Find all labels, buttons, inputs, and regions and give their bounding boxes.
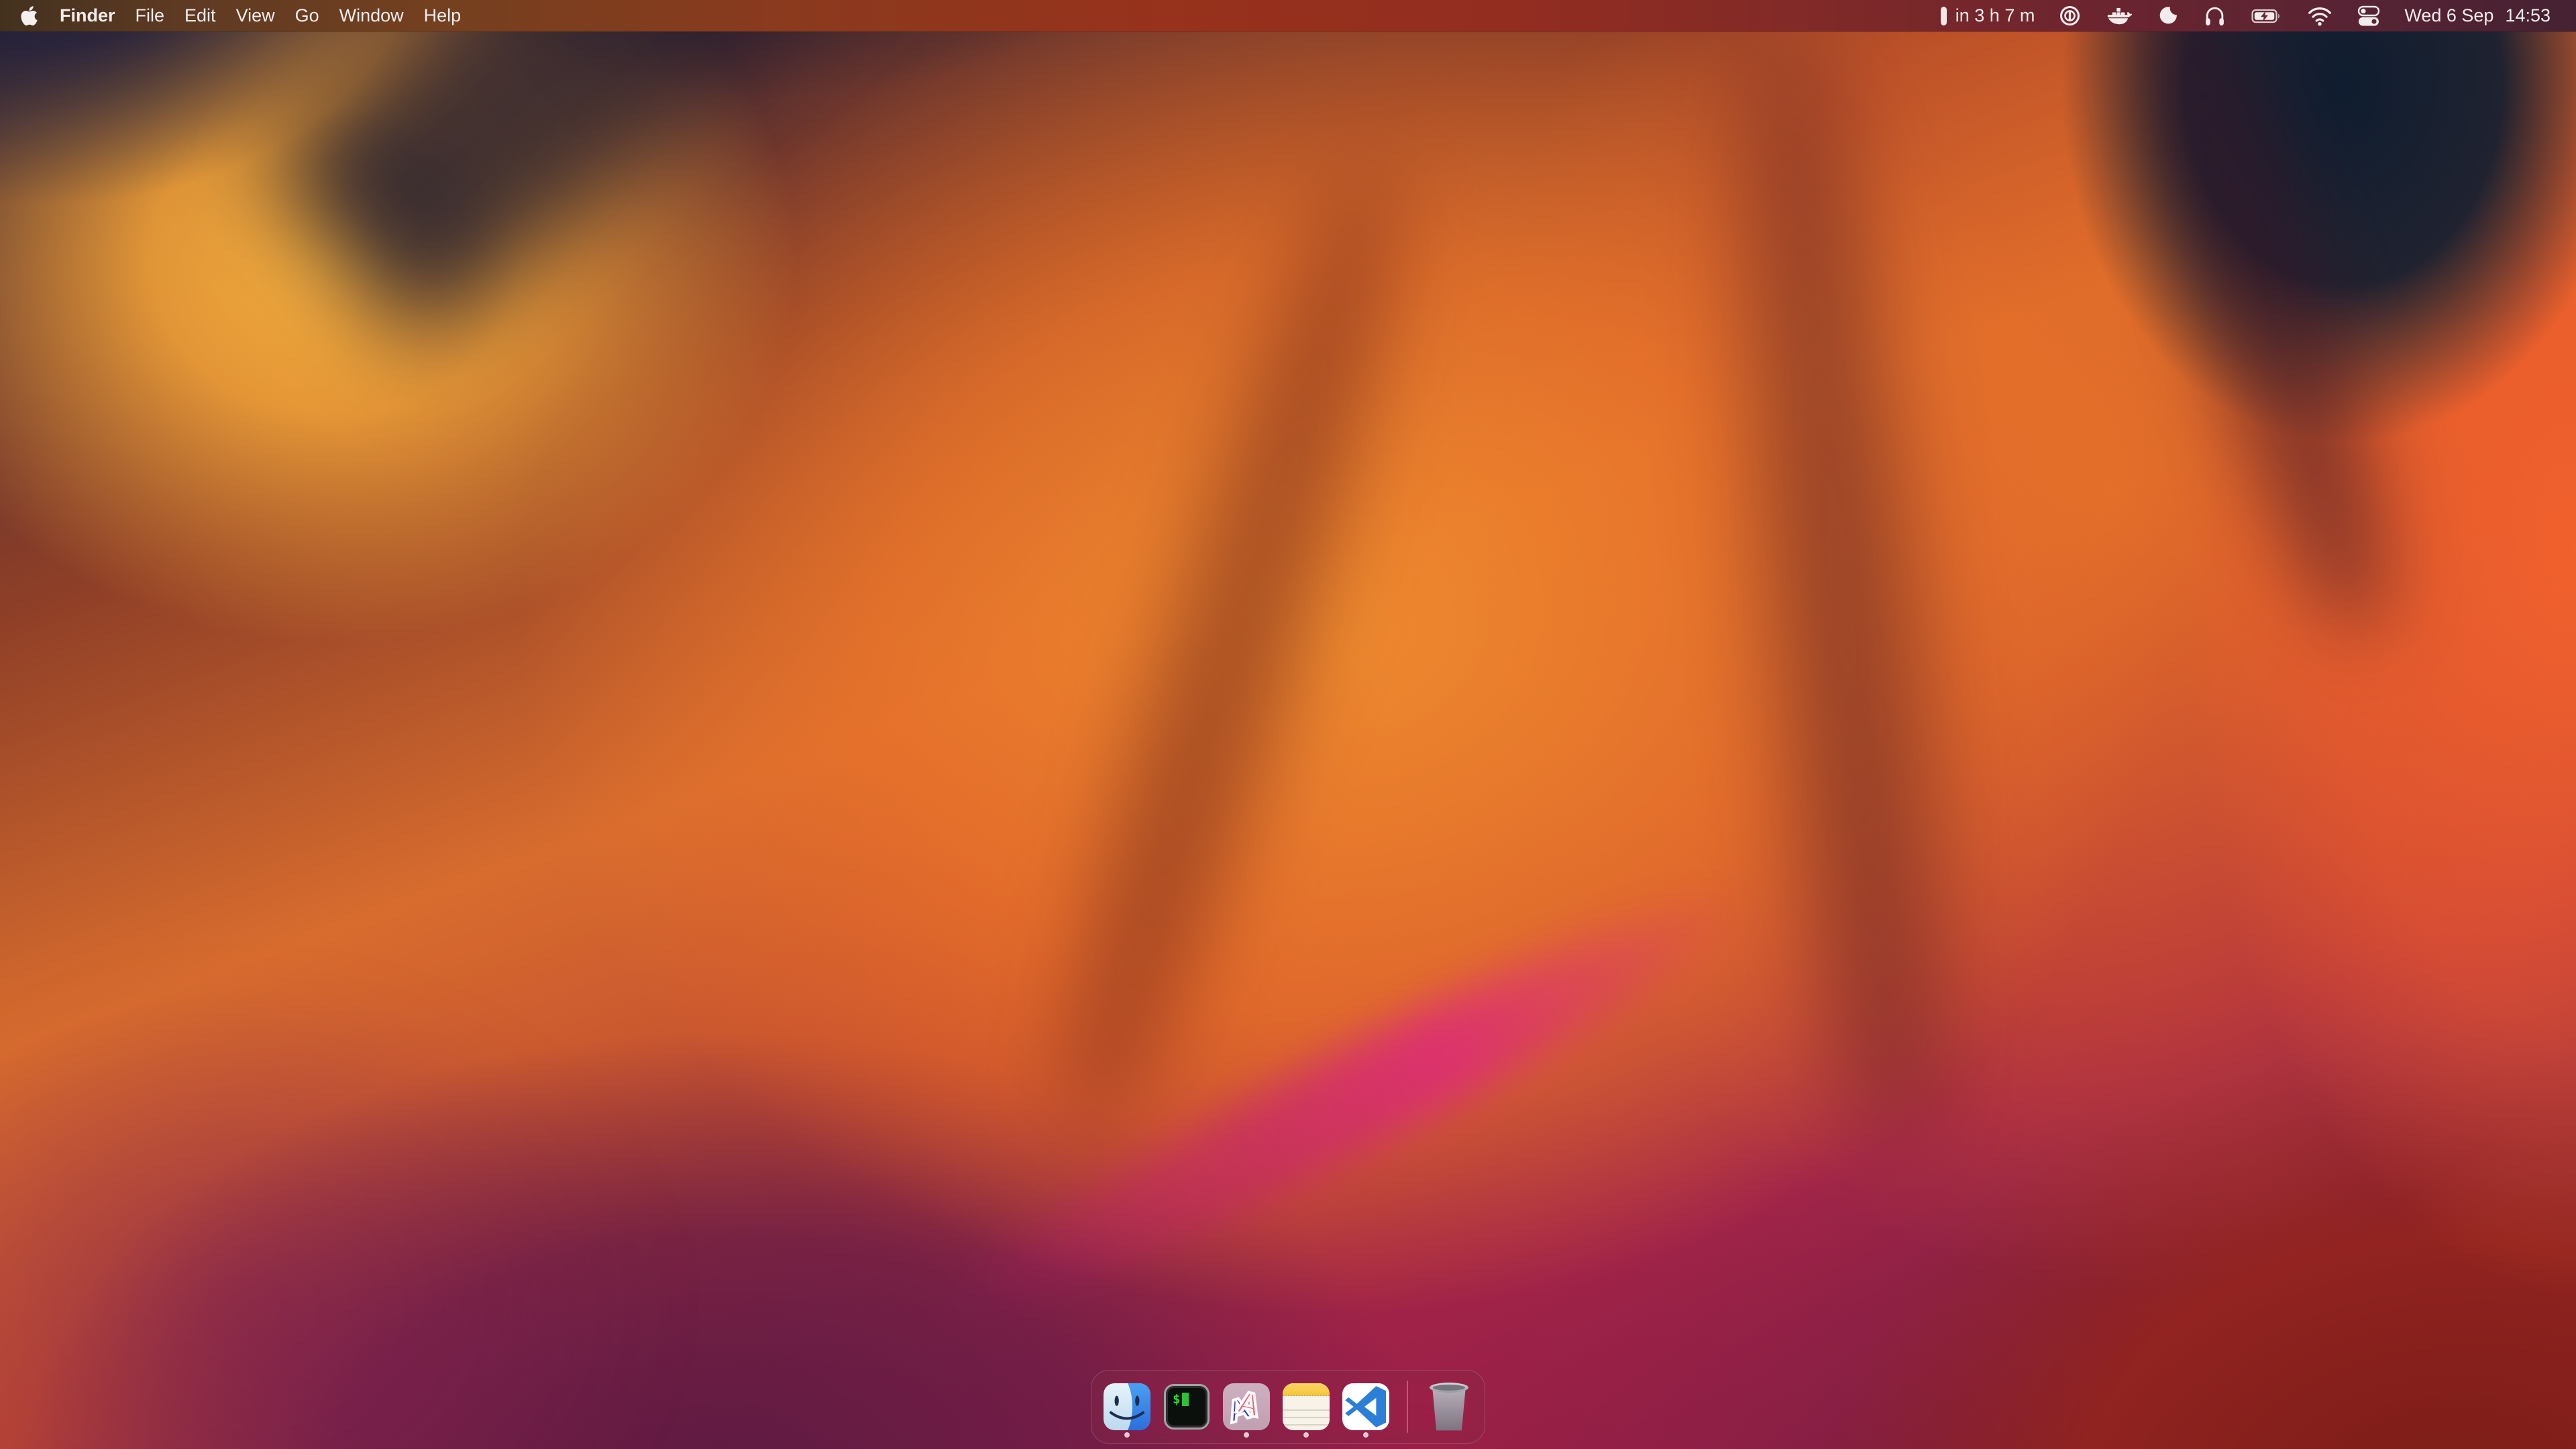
keyhole-circle-icon — [2059, 5, 2081, 27]
trash-rim-inner — [1433, 1385, 1465, 1391]
menu-help[interactable]: Help — [414, 0, 472, 32]
focus-moon-icon — [2157, 5, 2178, 26]
finder-icon — [1104, 1383, 1150, 1430]
dock-item-vscode[interactable] — [1341, 1375, 1391, 1439]
control-center-status-item[interactable] — [2345, 0, 2393, 32]
notes-icon-header — [1283, 1383, 1330, 1396]
menu-file[interactable]: File — [125, 0, 175, 32]
control-center-icon — [2357, 5, 2380, 28]
letter-a-front: A — [1233, 1384, 1264, 1425]
dock-item-notes[interactable] — [1281, 1375, 1331, 1439]
terminal-prompt-glyph: $ — [1173, 1392, 1180, 1407]
battery-charging-icon — [2251, 6, 2282, 26]
active-app-menu[interactable]: Finder — [50, 0, 125, 32]
menu-bar-left: Finder File Edit View Go Window Help — [0, 0, 471, 32]
dock-item-finder[interactable] — [1102, 1375, 1152, 1439]
wallpaper-right-ridge — [1713, 36, 1969, 1152]
dock-item-trash[interactable] — [1424, 1375, 1474, 1439]
dock-item-letter-a-app[interactable]: A A — [1222, 1375, 1271, 1439]
clock-date: Wed 6 Sep — [2404, 0, 2493, 32]
trash-icon — [1430, 1383, 1468, 1431]
running-indicator — [1303, 1432, 1309, 1438]
keyhole-circle-status-item[interactable] — [2046, 0, 2094, 32]
menu-bar-clock[interactable]: Wed 6 Sep 14:53 — [2393, 0, 2551, 32]
desktop: Finder File Edit View Go Window Help in … — [0, 0, 2576, 1449]
wallpaper-dark-band — [266, 0, 1218, 346]
menu-bar: Finder File Edit View Go Window Help in … — [0, 0, 2576, 32]
trash-body — [1431, 1387, 1467, 1431]
timer-pill-icon — [1941, 7, 1947, 25]
timer-remaining-label: in 3 h 7 m — [1955, 0, 2035, 32]
menu-go[interactable]: Go — [285, 0, 329, 32]
running-indicator — [1124, 1432, 1130, 1438]
dock-area: $ A A — [0, 1370, 2576, 1444]
focus-status-item[interactable] — [2145, 0, 2191, 32]
wallpaper-topright-shadow — [2100, 0, 2428, 654]
clock-time: 14:53 — [2505, 0, 2551, 32]
vscode-icon — [1342, 1383, 1389, 1430]
wallpaper — [0, 0, 2576, 1449]
menu-edit[interactable]: Edit — [174, 0, 226, 32]
docker-whale-icon — [2106, 6, 2132, 26]
wifi-icon — [2308, 6, 2332, 26]
battery-status-item[interactable] — [2239, 0, 2295, 32]
docker-status-item[interactable] — [2094, 0, 2145, 32]
dock-separator — [1407, 1381, 1408, 1433]
dock-item-terminal[interactable]: $ — [1162, 1375, 1212, 1439]
timer-status-item[interactable]: in 3 h 7 m — [1929, 0, 2047, 32]
terminal-cursor — [1182, 1393, 1189, 1406]
menu-bar-status: in 3 h 7 m — [1929, 0, 2576, 32]
wallpaper-center-ridge — [1023, 151, 1439, 1150]
menu-view[interactable]: View — [226, 0, 285, 32]
notes-icon — [1283, 1383, 1330, 1430]
running-indicator — [1244, 1432, 1249, 1438]
headphones-icon — [2204, 5, 2226, 27]
wifi-status-item[interactable] — [2295, 0, 2345, 32]
notes-icon-lines — [1283, 1403, 1330, 1430]
wallpaper-magenta-streak — [919, 853, 1772, 1354]
apple-logo-icon — [20, 5, 38, 27]
letter-a-app-icon: A A — [1223, 1383, 1270, 1430]
headphones-status-item[interactable] — [2191, 0, 2239, 32]
terminal-icon: $ — [1164, 1384, 1210, 1430]
apple-menu[interactable] — [9, 0, 50, 32]
running-indicator — [1363, 1432, 1368, 1438]
menu-window[interactable]: Window — [329, 0, 414, 32]
dock: $ A A — [1091, 1370, 1485, 1444]
